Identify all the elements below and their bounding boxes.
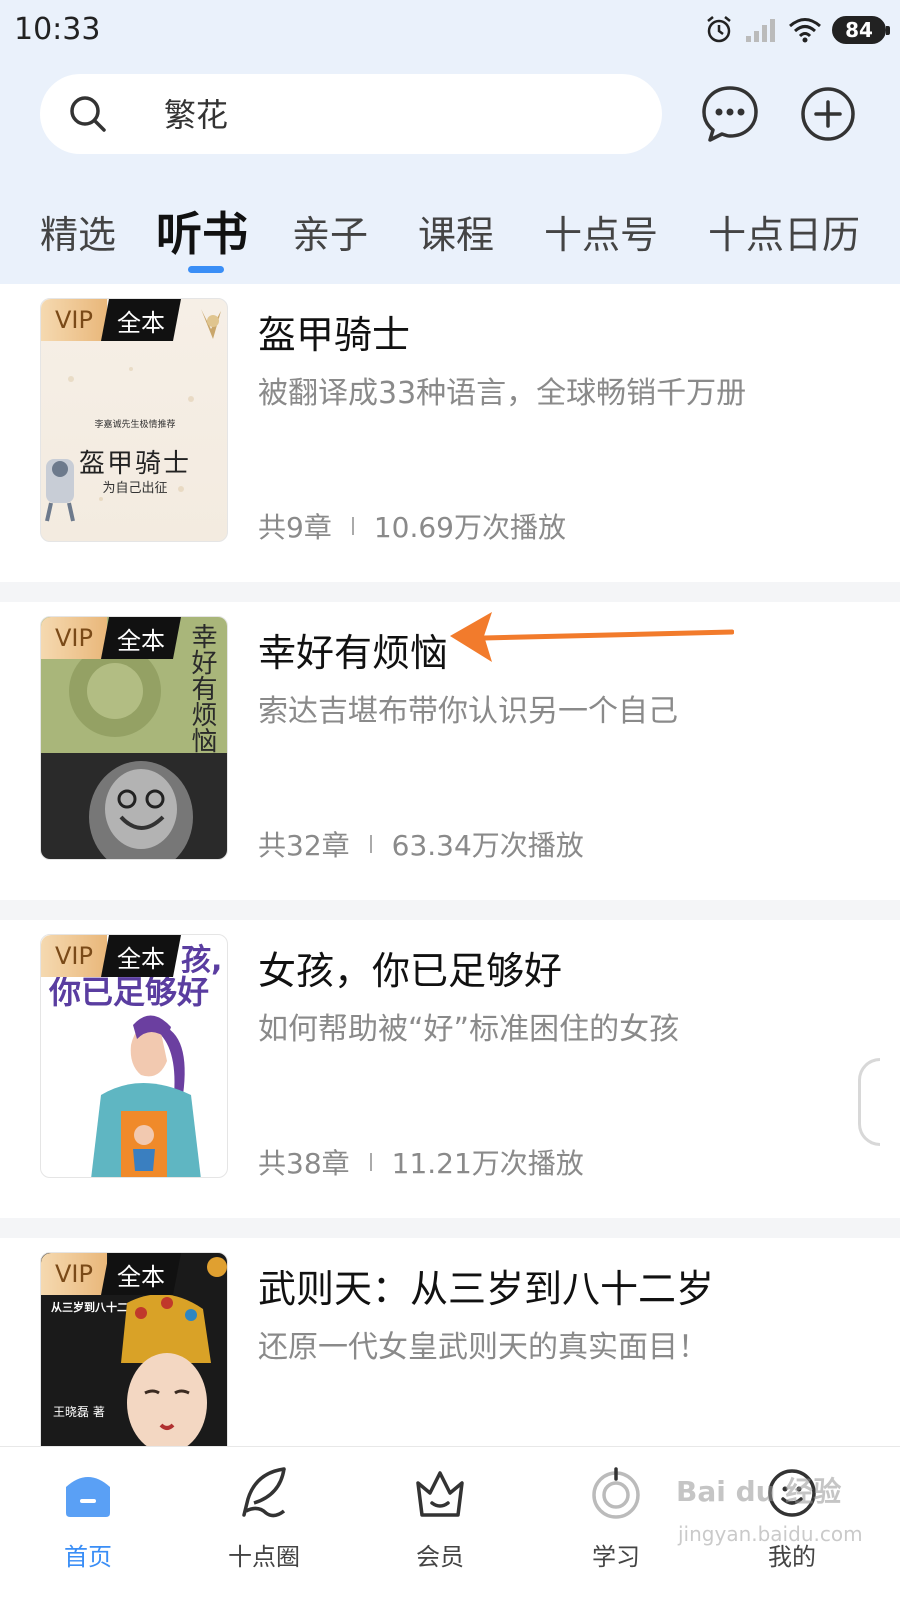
complete-badge: 全本 [101,935,181,977]
search-icon [70,96,106,132]
status-bar: 10:33 84 [0,0,900,62]
book-card[interactable]: VIP 全本 李嘉诚先生极情推荐 盔甲骑士 为自己出征 盔甲骑士 被翻译成33种… [0,284,900,582]
study-icon [592,1467,640,1519]
book-cover: VIP 全本 孩, 你已足够好 [40,934,228,1178]
meta-divider [369,835,372,853]
book-badge: VIP 全本 [41,1253,181,1295]
play-count: 11.21万次播放 [391,1147,584,1180]
tab-featured[interactable]: 精选 [40,204,116,259]
tabbar-label: 首页 [64,1543,112,1571]
book-meta: 共32章 63.34万次播放 [258,824,584,864]
tabbar-label: 十点圈 [228,1543,300,1571]
search-input[interactable]: 繁花 [40,74,662,154]
play-count: 63.34万次播放 [391,829,584,862]
meta-divider [369,1153,372,1171]
book-meta: 共38章 11.21万次播放 [258,1142,584,1182]
book-title: 盔甲骑士 [258,313,411,357]
book-badge: VIP 全本 [41,935,181,977]
status-time: 10:33 [14,12,101,47]
active-tab-indicator [188,266,224,273]
tabbar-study[interactable]: 学习 [556,1465,676,1572]
alarm-icon [707,16,731,43]
book-cover: VIP 全本 李嘉诚先生极情推荐 盔甲骑士 为自己出征 [40,298,228,542]
complete-badge: 全本 [101,617,181,659]
tab-audiobooks[interactable]: 听书 [156,198,248,264]
home-icon [66,1477,110,1517]
tab-shidian-calendar[interactable]: 十点日历 [708,204,860,259]
book-description: 还原一代女皇武则天的真实面目！ [258,1330,708,1365]
tabbar-circle[interactable]: 十点圈 [204,1465,324,1572]
book-badge: VIP 全本 [41,617,181,659]
chapter-count: 共32章 [258,829,350,862]
tab-courses[interactable]: 课程 [418,204,494,259]
watermark: Bai du 经验 [676,1475,842,1508]
tabbar-label: 学习 [592,1543,640,1571]
side-pull-handle[interactable] [858,1058,880,1146]
cover-subtitle: 为自己出征 [102,481,168,496]
book-badge: VIP 全本 [41,299,181,341]
book-title: 武则天：从三岁到八十二岁 [258,1267,715,1311]
cover-tagline: 李嘉诚先生极情推荐 [94,420,176,430]
wifi-icon [789,18,821,43]
meta-divider [351,517,354,535]
category-tabs: 精选 听书 亲子 课程 十点号 十点日历 [0,190,900,280]
vip-badge: VIP [41,1253,107,1295]
vip-badge: VIP [41,299,107,341]
battery-indicator: 84 [832,16,890,44]
chapter-count: 共9章 [258,511,332,544]
tabbar-member[interactable]: 会员 [380,1465,500,1572]
book-title: 幸好有烦恼 [258,631,449,675]
feather-icon [242,1467,286,1518]
book-description: 被翻译成33种语言，全球畅销千万册 [258,376,747,411]
message-icon[interactable] [700,84,760,144]
crown-icon [416,1471,464,1517]
complete-badge: 全本 [101,299,181,341]
watermark-url: jingyan.baidu.com [678,1522,863,1546]
search-query: 繁花 [164,96,229,134]
cover-title-top: 孩, [181,943,223,978]
book-description: 索达吉堪布带你认识另一个自己 [258,694,678,729]
chapter-count: 共38章 [258,1147,350,1180]
tabbar-label: 会员 [416,1543,464,1571]
header: 10:33 84 繁花 精选 听书 亲子 课程 十点号 十点日历 [0,0,900,290]
status-icons: 84 [704,10,890,50]
vip-badge: VIP [41,617,107,659]
book-cover: VIP 全本 幸好有烦恼 [40,616,228,860]
cover-title: 幸好有烦恼 [187,623,217,753]
book-title: 女孩，你已足够好 [258,949,563,993]
cover-title: 盔甲骑士 [78,449,191,479]
play-count: 10.69万次播放 [373,511,566,544]
vip-badge: VIP [41,935,107,977]
cover-author: 王晓磊 著 [53,1405,105,1419]
complete-badge: 全本 [101,1253,181,1295]
book-meta: 共9章 10.69万次播放 [258,506,566,546]
tabbar-home[interactable]: 首页 [28,1465,148,1572]
tab-shidian-hao[interactable]: 十点号 [544,204,658,259]
tab-parenting[interactable]: 亲子 [292,204,368,259]
book-card[interactable]: VIP 全本 孩, 你已足够好 女孩，你已足够好 如何帮助被“好”标准困住的女孩… [0,920,900,1218]
annotation-arrow-icon [450,612,734,662]
signal-icon [746,19,775,42]
book-description: 如何帮助被“好”标准困住的女孩 [258,1012,680,1047]
add-icon[interactable] [798,84,858,144]
